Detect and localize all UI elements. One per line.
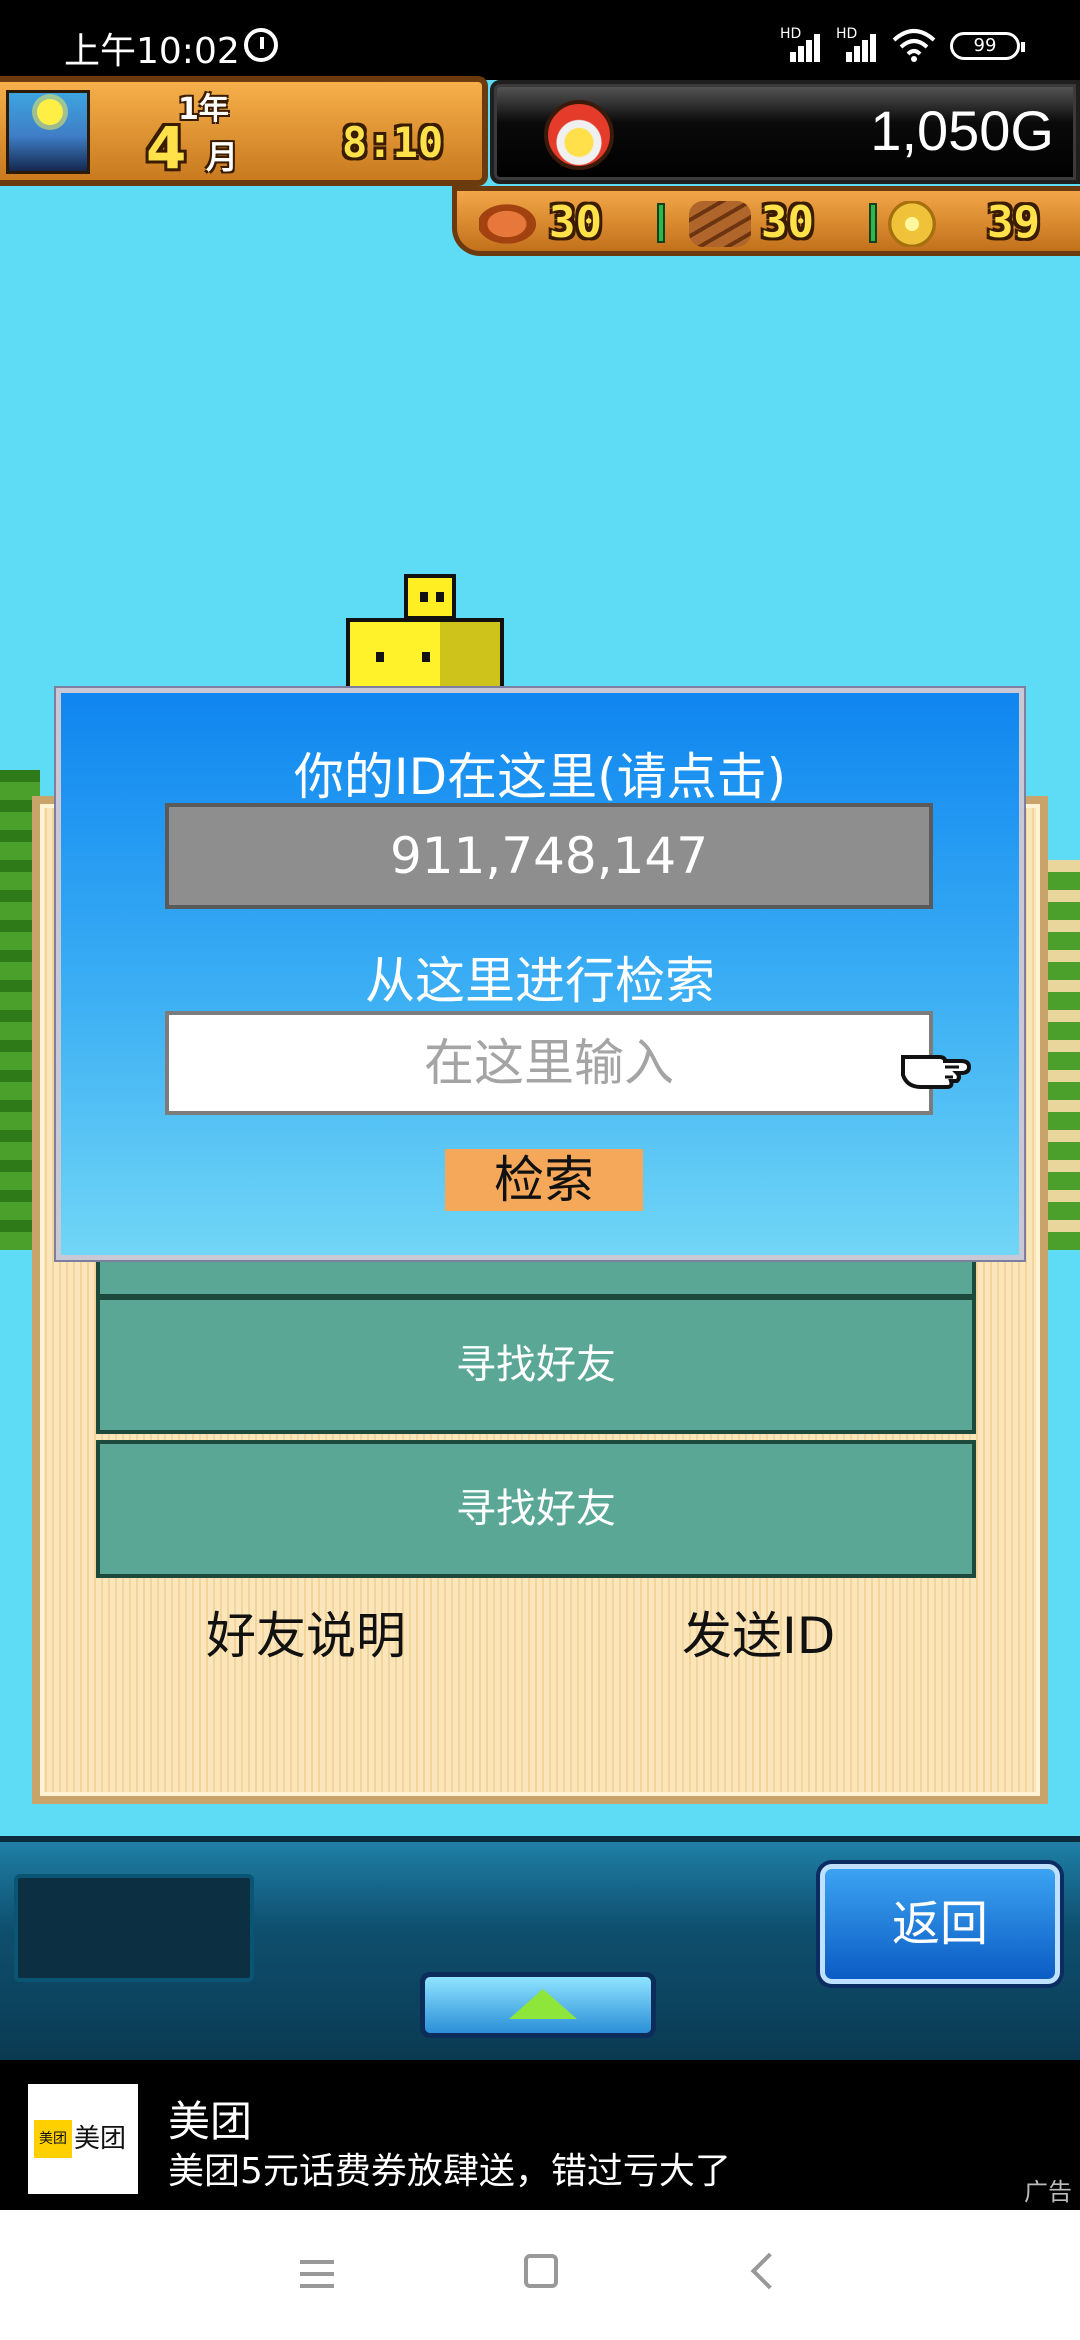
- gold-panel: 1,050G: [490, 80, 1080, 184]
- find-friend-row[interactable]: 寻找好友: [96, 1440, 976, 1578]
- logo-text: 美团: [74, 2124, 127, 2154]
- food-icon: [479, 201, 541, 247]
- game-character: [346, 574, 504, 698]
- ad-banner[interactable]: 美团 美团 美团 美团5元话费券放肆送，错过亏大了 广告: [0, 2060, 1080, 2210]
- food-count: 30: [549, 197, 602, 248]
- signal-icon: HD: [780, 26, 820, 62]
- date-time-panel: 1年 4 月 8:10: [0, 76, 488, 186]
- signal-icon: HD: [836, 26, 876, 62]
- menu-icon[interactable]: [300, 2260, 334, 2288]
- search-title: 从这里进行检索: [365, 952, 715, 1010]
- weather-sun-icon: [6, 90, 90, 174]
- scroll-up-button[interactable]: [420, 1972, 656, 2038]
- wood-meter: [869, 203, 877, 243]
- dialog-title: 你的ID在这里(请点击): [293, 748, 787, 806]
- hd-label: HD: [836, 26, 858, 42]
- alarm-icon: [244, 28, 278, 62]
- ad-tag: 广告: [1024, 2178, 1072, 2206]
- medal-icon[interactable]: [544, 100, 614, 170]
- month-label: 月: [206, 138, 239, 176]
- ore-icon: [887, 201, 937, 247]
- search-input[interactable]: [165, 1011, 933, 1115]
- ad-title: 美团: [168, 2097, 253, 2146]
- logo-mark: 美团: [34, 2120, 72, 2158]
- my-id-box[interactable]: 911,748,147: [165, 803, 933, 909]
- back-button[interactable]: 返回: [820, 1864, 1060, 1984]
- character-head: [404, 574, 456, 620]
- wood-count: 30: [761, 197, 814, 248]
- battery-icon: 99: [950, 32, 1025, 60]
- hd-label: HD: [780, 26, 802, 42]
- island-right: [1044, 860, 1080, 1250]
- month-number: 4: [146, 114, 187, 182]
- meituan-logo: 美团 美团: [28, 2084, 138, 2194]
- wifi-icon: [892, 29, 936, 62]
- empty-slot: [14, 1874, 254, 1982]
- back-icon[interactable]: [750, 2252, 788, 2290]
- search-button[interactable]: 检索: [445, 1149, 643, 1211]
- up-arrow-icon: [509, 1989, 577, 2019]
- resource-bar: 30 30 39: [452, 186, 1080, 256]
- friend-help-link[interactable]: 好友说明: [206, 1596, 406, 1668]
- home-icon[interactable]: [524, 2254, 558, 2288]
- ore-count: 39: [987, 197, 1040, 248]
- game-bottom-bar: 返回: [0, 1836, 1080, 2060]
- wood-icon: [689, 201, 751, 247]
- character-body: [346, 618, 504, 698]
- system-nav-bar: [0, 2210, 1080, 2340]
- game-clock: 8:10: [342, 118, 444, 167]
- friend-id-dialog: 你的ID在这里(请点击) 911,748,147 从这里进行检索 检索: [56, 688, 1024, 1260]
- find-friend-row[interactable]: 寻找好友: [96, 1296, 976, 1434]
- send-id-link[interactable]: 发送ID: [682, 1596, 835, 1668]
- pointing-hand-icon: [901, 1055, 972, 1089]
- status-time: 上午10:02: [64, 31, 240, 72]
- ad-description: 美团5元话费券放肆送，错过亏大了: [168, 2151, 731, 2192]
- food-meter: [657, 203, 665, 243]
- status-bar: 上午10:02 HD HD 99: [0, 0, 1080, 80]
- gold-amount: 1,050G: [870, 99, 1054, 162]
